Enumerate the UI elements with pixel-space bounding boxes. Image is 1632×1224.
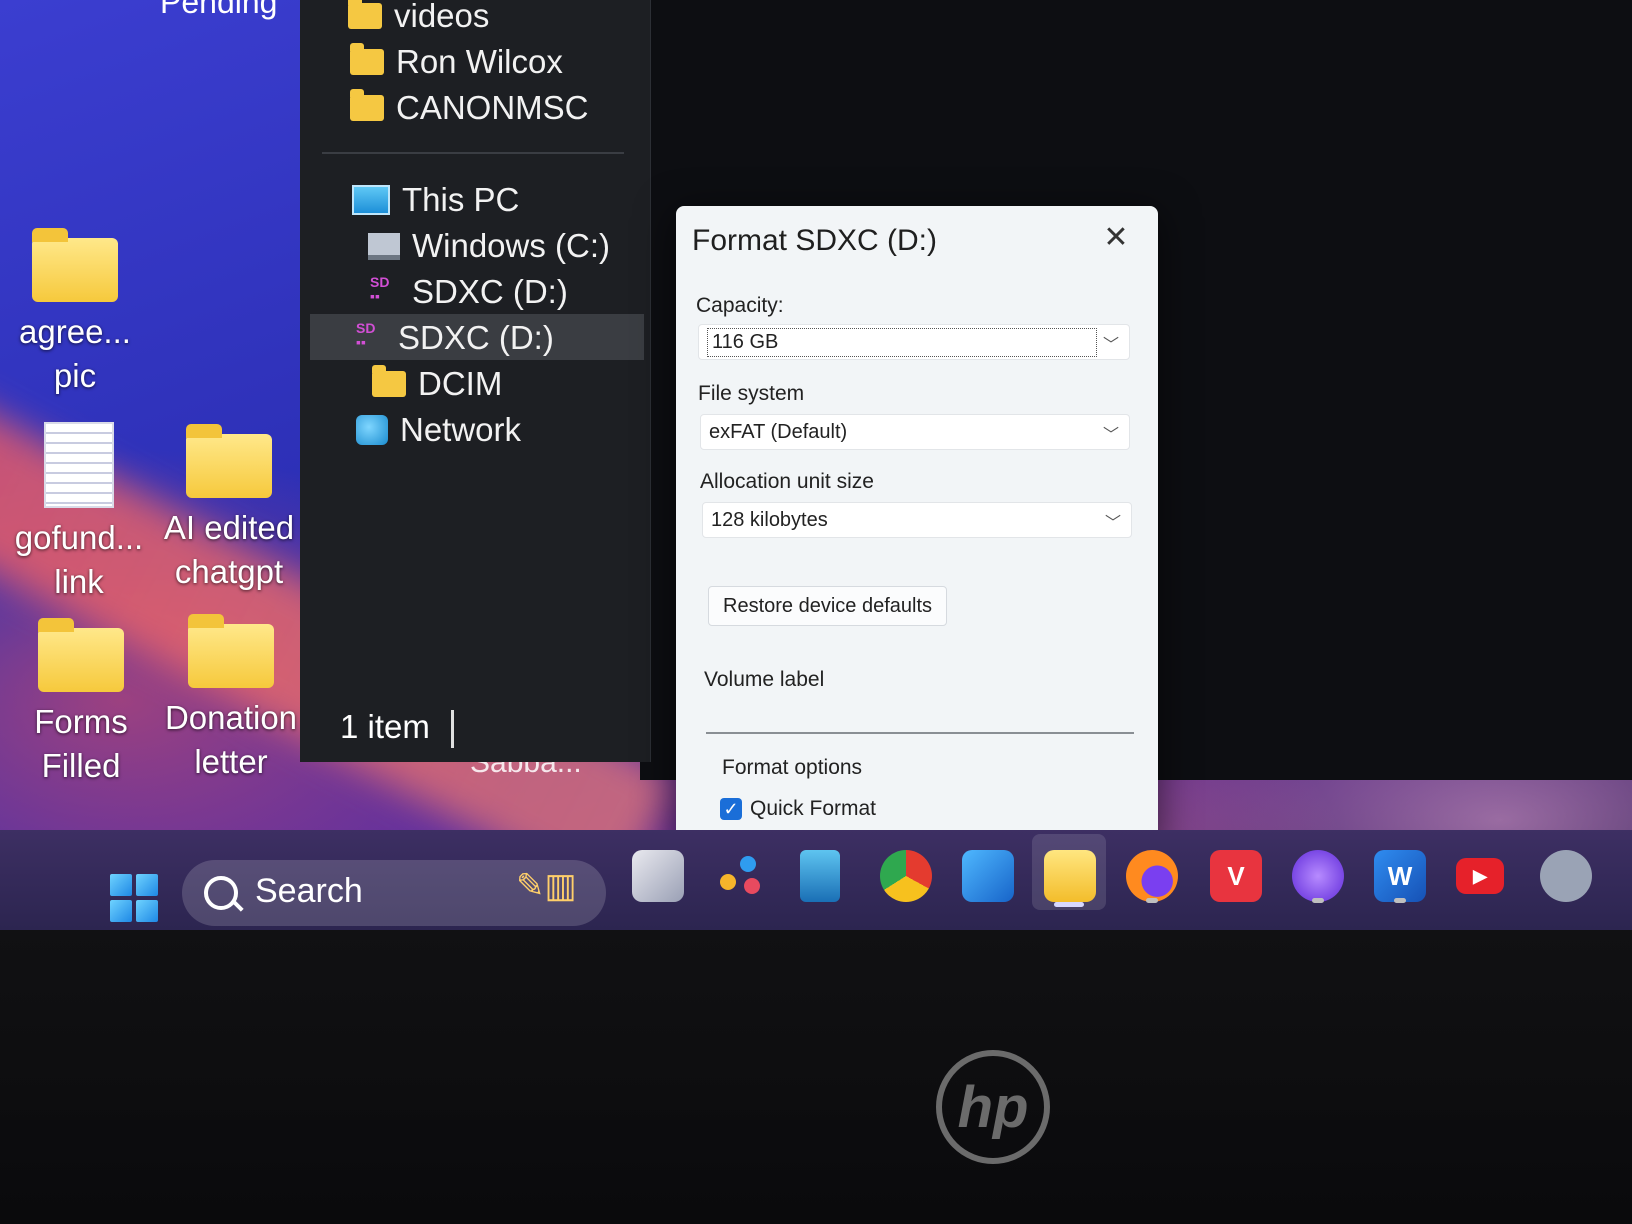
- nav-item-ron-wilcox[interactable]: Ron Wilcox: [350, 40, 563, 84]
- nav-item-videos[interactable]: videos: [348, 0, 489, 38]
- settings-icon[interactable]: [1540, 850, 1592, 902]
- desktop-icon-donation-letter[interactable]: Donation letter: [156, 614, 306, 784]
- nav-item-label: This PC: [402, 181, 520, 218]
- folder-icon: [38, 618, 124, 692]
- desktop-icon-gofund-link[interactable]: gofund... link: [4, 422, 154, 604]
- chevron-down-icon: ﹀: [1102, 427, 1119, 444]
- file-system-label: File system: [698, 382, 805, 405]
- firefox-icon[interactable]: [1126, 850, 1178, 902]
- volume-label-input[interactable]: [706, 700, 1134, 734]
- drive-icon: [368, 232, 400, 260]
- vivaldi-icon[interactable]: V: [1210, 850, 1262, 902]
- capacity-dropdown[interactable]: 116 GB ﹀: [698, 324, 1130, 360]
- windows-logo-icon: [110, 874, 132, 896]
- nav-item-label: videos: [394, 0, 490, 34]
- app-running-indicator: [1394, 898, 1406, 903]
- capacity-value: 116 GB: [707, 327, 1097, 357]
- nav-item-label: SDXC (D:): [398, 319, 554, 356]
- purple-app-icon[interactable]: [1292, 850, 1344, 902]
- folder-icon: [348, 0, 382, 29]
- dialog-title: Format SDXC (D:): [692, 224, 938, 257]
- document-icon: [44, 422, 114, 508]
- restore-defaults-button[interactable]: Restore device defaults: [708, 586, 948, 626]
- nav-item-label: Ron Wilcox: [396, 43, 563, 80]
- calculator-icon[interactable]: [800, 850, 840, 902]
- desktop-icon-agree-pic[interactable]: agree... pic: [0, 228, 150, 398]
- desktop-icon-label: Forms Filled: [34, 703, 128, 784]
- nav-divider: [322, 152, 624, 154]
- active-app-indicator: [1054, 902, 1084, 907]
- nav-item-label: Network: [400, 411, 522, 448]
- laptop-bezel: [0, 930, 1632, 1224]
- status-bar-item-count: 1 item: [340, 708, 430, 745]
- folder-icon: [372, 365, 406, 397]
- close-button[interactable]: ✕: [1096, 220, 1136, 255]
- format-options-label: Format options: [722, 756, 863, 779]
- quick-format-checkbox[interactable]: ✓: [720, 798, 742, 820]
- desktop-icon-label-pending: Pending: [160, 0, 278, 20]
- network-icon: [356, 415, 388, 445]
- widgets-icon[interactable]: [714, 850, 766, 902]
- nav-item-label: Windows (C:): [412, 227, 611, 264]
- file-explorer-icon[interactable]: [1044, 850, 1096, 902]
- search-placeholder: Search: [255, 872, 363, 910]
- volume-label-label: Volume label: [704, 668, 825, 691]
- start-button[interactable]: [110, 874, 158, 922]
- nav-item-sdxc-d-selected[interactable]: SD ▪▪ SDXC (D:): [356, 316, 554, 360]
- app-running-indicator: [1312, 898, 1324, 903]
- nav-item-sdxc-d[interactable]: SD ▪▪ SDXC (D:): [370, 270, 568, 314]
- allocation-unit-value: 128 kilobytes: [711, 508, 828, 531]
- nav-item-this-pc[interactable]: This PC: [352, 178, 519, 222]
- folder-icon: [32, 228, 118, 302]
- hp-logo: hp: [936, 1050, 1050, 1164]
- chrome-icon[interactable]: [880, 850, 932, 902]
- chevron-down-icon: ﹀: [1104, 515, 1121, 532]
- desktop-icon-ai-edited-chatgpt[interactable]: AI edited chatgpt: [154, 424, 304, 594]
- desktop-icon-forms-filled[interactable]: Forms Filled: [6, 618, 156, 788]
- nav-item-dcim[interactable]: DCIM: [372, 362, 502, 406]
- allocation-unit-label: Allocation unit size: [700, 470, 874, 493]
- computer-icon: [352, 185, 390, 215]
- word-icon[interactable]: W: [1374, 850, 1426, 902]
- close-icon: ✕: [1103, 221, 1129, 254]
- folder-icon: [188, 614, 274, 688]
- app-running-indicator: [1146, 898, 1158, 903]
- quick-format-label: Quick Format: [750, 797, 877, 820]
- nav-item-label: SDXC (D:): [412, 273, 568, 310]
- capacity-label: Capacity:: [696, 294, 784, 317]
- chevron-down-icon: ﹀: [1102, 337, 1119, 354]
- search-highlight-icon: ✎▥: [516, 867, 577, 905]
- desktop-screen: Pending agree... pic gofund... link AI edi…: [0, 0, 1632, 975]
- desktop-icon-label: gofund... link: [14, 519, 144, 600]
- desktop-icon-label: AI edited chatgpt: [163, 509, 295, 590]
- nav-item-windows-c[interactable]: Windows (C:): [368, 224, 610, 268]
- photos-icon[interactable]: [962, 850, 1014, 902]
- folder-icon: [350, 89, 384, 121]
- allocation-unit-dropdown[interactable]: 128 kilobytes ﹀: [702, 502, 1132, 538]
- file-system-dropdown[interactable]: exFAT (Default) ﹀: [700, 414, 1130, 450]
- widgets-glyph: [720, 856, 760, 894]
- nav-item-network[interactable]: Network: [356, 408, 521, 452]
- folder-icon: [186, 424, 272, 498]
- sd-card-icon: SD ▪▪: [370, 274, 390, 304]
- status-bar-divider: [451, 710, 454, 748]
- desktop-icon-label: Donation letter: [164, 699, 298, 780]
- nav-item-label: DCIM: [418, 365, 503, 402]
- nav-item-canonmsc[interactable]: CANONMSC: [350, 86, 589, 130]
- search-icon: [204, 876, 238, 910]
- sd-card-icon: SD ▪▪: [356, 320, 376, 350]
- youtube-icon[interactable]: ▶: [1456, 858, 1504, 894]
- task-view-icon[interactable]: [632, 850, 684, 902]
- nav-item-label: CANONMSC: [396, 89, 589, 126]
- folder-icon: [350, 43, 384, 75]
- file-system-value: exFAT (Default): [709, 420, 848, 443]
- desktop-icon-label: agree... pic: [19, 313, 131, 394]
